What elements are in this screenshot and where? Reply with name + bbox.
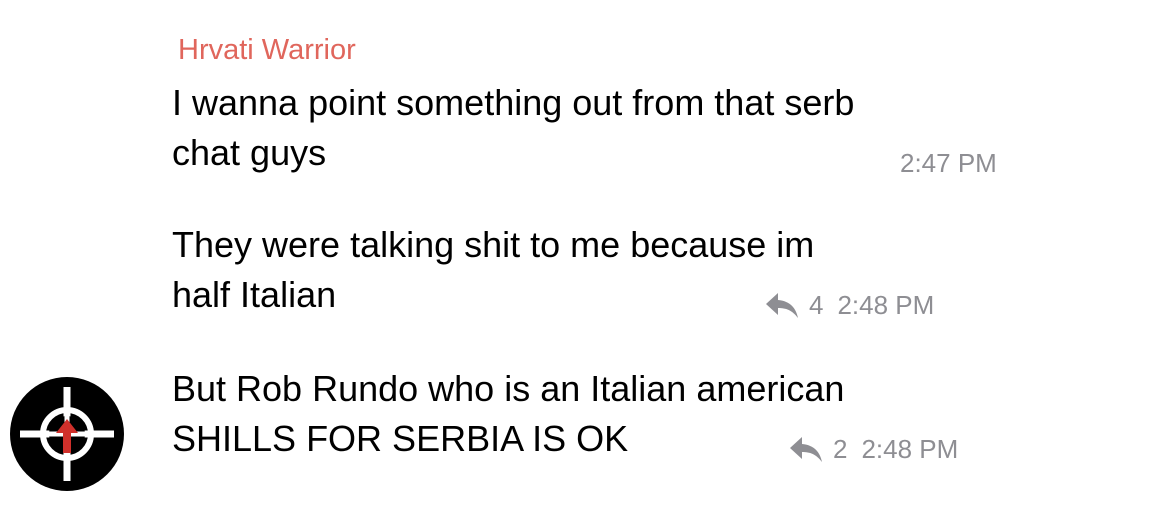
message-line: I wanna point something out from that se… <box>172 82 855 123</box>
reply-count[interactable]: 4 <box>809 290 823 321</box>
message-meta[interactable]: 2 2:48 PM <box>789 434 958 465</box>
message-time: 2:47 PM <box>900 148 997 178</box>
message-line: half Italian <box>172 274 337 315</box>
message-time: 2:48 PM <box>837 290 935 320</box>
message-line: They were talking shit to me because im <box>172 224 815 265</box>
reply-arrow-icon[interactable] <box>765 291 799 321</box>
message-text: But Rob Rundo who is an Italian american… <box>172 364 844 464</box>
message-text: I wanna point something out from that se… <box>172 78 854 178</box>
message-line: But Rob Rundo who is an Italian american <box>172 368 845 409</box>
message-meta: 2:47 PM <box>900 148 997 179</box>
sender-name[interactable]: Hrvati Warrior <box>178 30 356 70</box>
reply-arrow-icon[interactable] <box>789 435 823 465</box>
message-line: SHILLS FOR SERBIA IS OK <box>172 418 629 459</box>
message-time: 2:48 PM <box>861 434 959 464</box>
message-meta[interactable]: 4 2:48 PM <box>765 290 934 321</box>
reply-count[interactable]: 2 <box>833 434 847 465</box>
user-avatar[interactable] <box>10 377 124 491</box>
message-text: They were talking shit to me because im … <box>172 220 814 320</box>
message-line: chat guys <box>172 132 327 173</box>
